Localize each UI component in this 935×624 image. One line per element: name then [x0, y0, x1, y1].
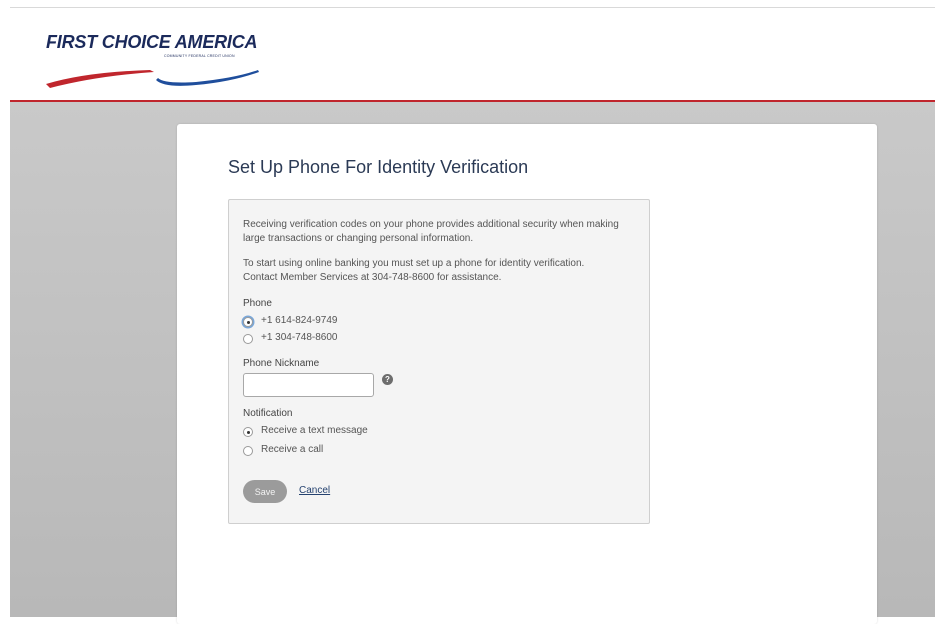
- brand-logo[interactable]: FIRST CHOICE AMERICA COMMUNITY FEDERAL C…: [46, 28, 266, 90]
- intro-text-line-4: Contact Member Services at 304-748-8600 …: [243, 272, 502, 283]
- page-title: Set Up Phone For Identity Verification: [228, 157, 529, 177]
- intro-text-line-3: To start using online banking you must s…: [243, 258, 585, 269]
- notification-option-label-text[interactable]: Receive a text message: [261, 425, 368, 436]
- notification-radio-text[interactable]: [243, 427, 253, 437]
- save-button[interactable]: Save: [243, 480, 287, 503]
- intro-text-line-2: large transactions or changing personal …: [243, 233, 474, 244]
- intro-text-line-1: Receiving verification codes on your pho…: [243, 219, 619, 230]
- notification-radio-call[interactable]: [243, 446, 253, 456]
- phone-radio-1[interactable]: [243, 317, 253, 327]
- phone-nickname-input[interactable]: [243, 373, 374, 397]
- notification-label: Notification: [243, 408, 293, 419]
- brand-subtitle: COMMUNITY FEDERAL CREDIT UNION: [164, 54, 235, 58]
- brand-name: FIRST CHOICE AMERICA: [46, 32, 258, 52]
- phone-label: Phone: [243, 298, 272, 309]
- phone-option-label-2[interactable]: +1 304-748-8600: [261, 332, 337, 343]
- phone-option-label-1[interactable]: +1 614-824-9749: [261, 315, 337, 326]
- phone-radio-2[interactable]: [243, 334, 253, 344]
- question-circle-icon[interactable]: ?: [382, 374, 393, 385]
- cancel-link[interactable]: Cancel: [299, 485, 330, 496]
- notification-option-label-call[interactable]: Receive a call: [261, 444, 323, 455]
- site-header: FIRST CHOICE AMERICA COMMUNITY FEDERAL C…: [10, 8, 935, 101]
- phone-nickname-label: Phone Nickname: [243, 358, 320, 369]
